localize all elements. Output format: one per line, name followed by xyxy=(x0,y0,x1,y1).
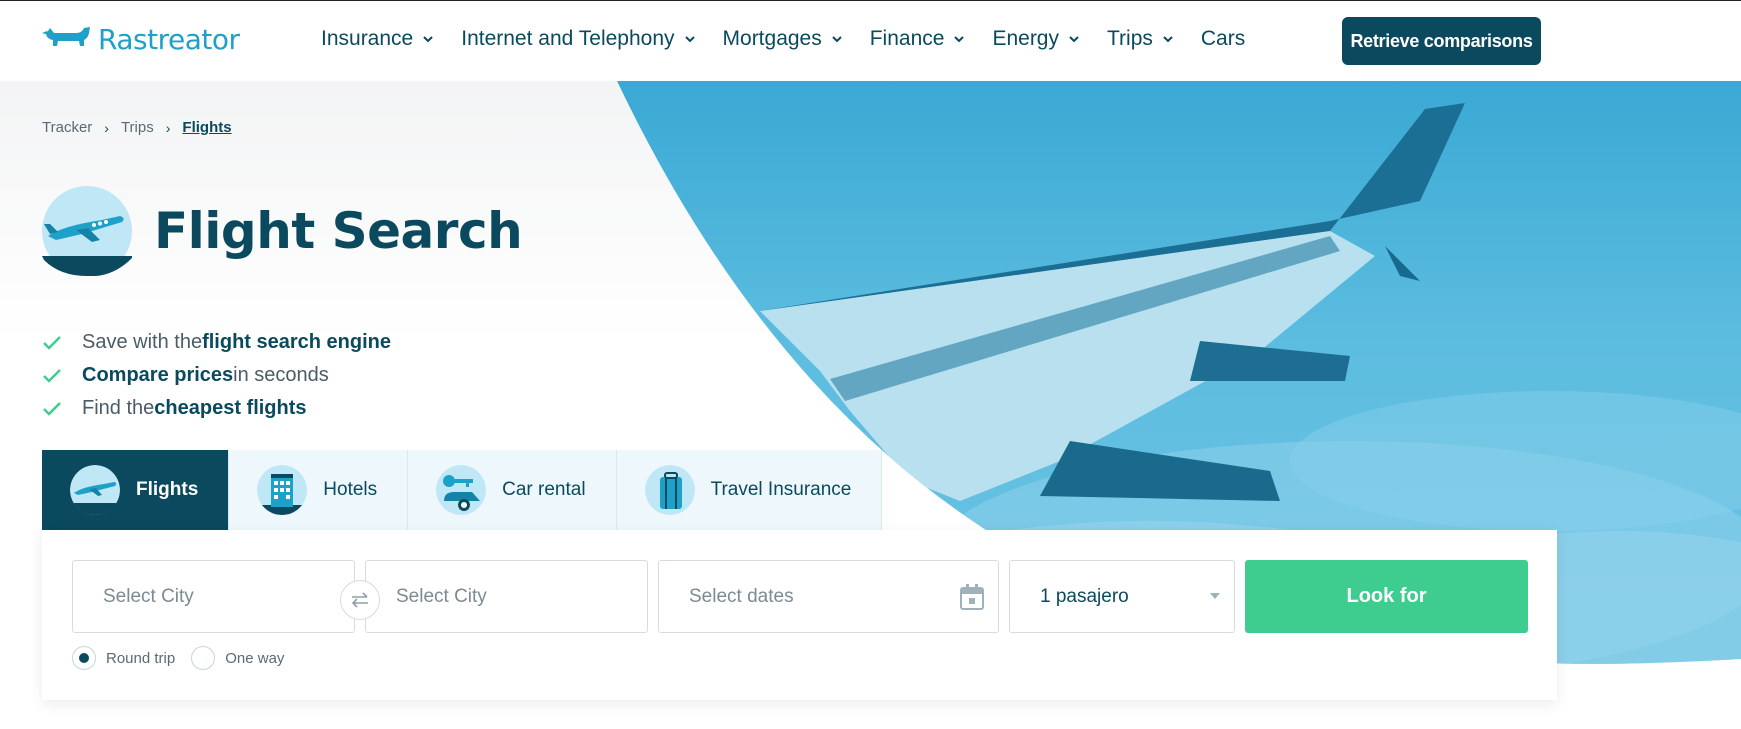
breadcrumb-separator: › xyxy=(165,119,171,136)
tab-label: Travel Insurance xyxy=(710,479,852,500)
benefit-text-pre: Find the xyxy=(82,397,155,419)
chevron-down-icon xyxy=(423,36,433,43)
chevron-down-icon xyxy=(954,36,965,43)
passengers-select[interactable]: 1 pasajero xyxy=(1009,560,1235,633)
logo[interactable]: Rastreator xyxy=(42,23,240,56)
tab-label: Flights xyxy=(136,479,199,500)
nav-item-cars[interactable]: Cars xyxy=(1201,27,1245,51)
tab-flights[interactable]: Flights xyxy=(42,450,230,530)
airplane-icon xyxy=(70,465,120,515)
nav-label: Mortgages xyxy=(722,27,822,50)
suitcase-icon xyxy=(644,465,695,515)
nav-label: Trips xyxy=(1107,27,1153,50)
tab-label: Car rental xyxy=(502,479,586,500)
dates-input[interactable]: Select dates xyxy=(658,560,999,633)
flight-search-form: Select City Select City Select dates 1 p… xyxy=(42,530,1557,700)
benefit-text-bold: cheapest flights xyxy=(154,397,307,419)
logo-text: Rastreator xyxy=(98,23,240,56)
nav-item-energy[interactable]: Energy xyxy=(992,27,1081,51)
tab-hotels[interactable]: Hotels xyxy=(229,450,409,530)
chevron-down-icon xyxy=(832,36,842,43)
passengers-value: 1 pasajero xyxy=(1040,585,1129,607)
origin-city-placeholder: Select City xyxy=(103,585,194,607)
breadcrumb-current[interactable]: Flights xyxy=(182,119,231,136)
origin-city-input[interactable]: Select City xyxy=(72,560,355,633)
benefit-item: Find the cheapest flights xyxy=(42,392,391,425)
check-icon xyxy=(43,401,61,416)
nav-label: Insurance xyxy=(321,27,414,50)
tab-car-rental[interactable]: Car rental xyxy=(408,450,617,530)
nav-item-finance[interactable]: Finance xyxy=(870,27,967,51)
hero-section: Tracker › Trips › Flights Flight Search … xyxy=(0,81,1741,729)
retrieve-comparisons-button[interactable]: Retrieve comparisons xyxy=(1342,17,1541,65)
dates-placeholder: Select dates xyxy=(689,585,794,607)
chevron-down-icon xyxy=(1069,36,1079,43)
nav-label: Finance xyxy=(869,27,945,50)
nav-item-trips[interactable]: Trips xyxy=(1107,27,1175,51)
swap-arrows-icon xyxy=(351,592,368,608)
benefit-item: Compare prices in seconds xyxy=(42,359,391,392)
trip-type-options: Round trip One way xyxy=(72,646,300,670)
dachshund-logo-icon xyxy=(42,26,90,46)
hotel-icon xyxy=(257,465,308,515)
nav-label: Cars xyxy=(1200,27,1246,50)
round-trip-radio[interactable] xyxy=(72,646,96,670)
benefit-text-post: in seconds xyxy=(233,364,329,386)
page-title-block: Flight Search xyxy=(42,186,523,276)
benefits-list: Save with the flight search engine Compa… xyxy=(42,326,391,425)
breadcrumb-item-tracker[interactable]: Tracker xyxy=(42,119,92,136)
benefit-item: Save with the flight search engine xyxy=(42,326,391,359)
benefit-text-bold: flight search engine xyxy=(202,331,392,353)
caret-down-icon xyxy=(1210,593,1220,599)
nav-label: Internet and Telephony xyxy=(461,27,675,50)
chevron-down-icon xyxy=(684,36,695,43)
round-trip-label[interactable]: Round trip xyxy=(106,650,175,667)
look-for-button[interactable]: Look for xyxy=(1245,560,1528,633)
tab-label: Hotels xyxy=(323,479,378,500)
tab-travel-insurance[interactable]: Travel Insurance xyxy=(616,450,883,530)
one-way-label[interactable]: One way xyxy=(225,650,284,667)
car-key-icon xyxy=(436,465,487,515)
nav-item-insurance[interactable]: Insurance xyxy=(321,27,435,51)
breadcrumb: Tracker › Trips › Flights xyxy=(42,119,232,136)
chevron-down-icon xyxy=(1163,36,1173,43)
breadcrumb-item-trips[interactable]: Trips xyxy=(121,119,154,136)
check-icon xyxy=(43,368,61,383)
benefit-text-bold: Compare prices xyxy=(82,364,234,386)
nav-item-mortgages[interactable]: Mortgages xyxy=(723,27,844,51)
airplane-icon xyxy=(42,186,132,276)
site-header: Rastreator Insurance Internet and Teleph… xyxy=(0,1,1741,81)
benefit-text-pre: Save with the xyxy=(82,331,203,353)
main-nav: Insurance Internet and Telephony Mortgag… xyxy=(321,27,1271,51)
nav-item-internet-telephony[interactable]: Internet and Telephony xyxy=(461,27,696,51)
one-way-radio[interactable] xyxy=(191,646,216,670)
page-title: Flight Search xyxy=(154,202,523,260)
destination-city-placeholder: Select City xyxy=(396,585,487,607)
breadcrumb-separator: › xyxy=(104,119,109,136)
check-icon xyxy=(43,335,61,350)
swap-cities-button[interactable] xyxy=(340,580,380,620)
calendar-icon xyxy=(960,584,984,610)
product-tabs: Flights Hotels Car rental Travel Insuran… xyxy=(42,450,883,530)
nav-label: Energy xyxy=(992,27,1059,50)
destination-city-input[interactable]: Select City xyxy=(365,560,648,633)
